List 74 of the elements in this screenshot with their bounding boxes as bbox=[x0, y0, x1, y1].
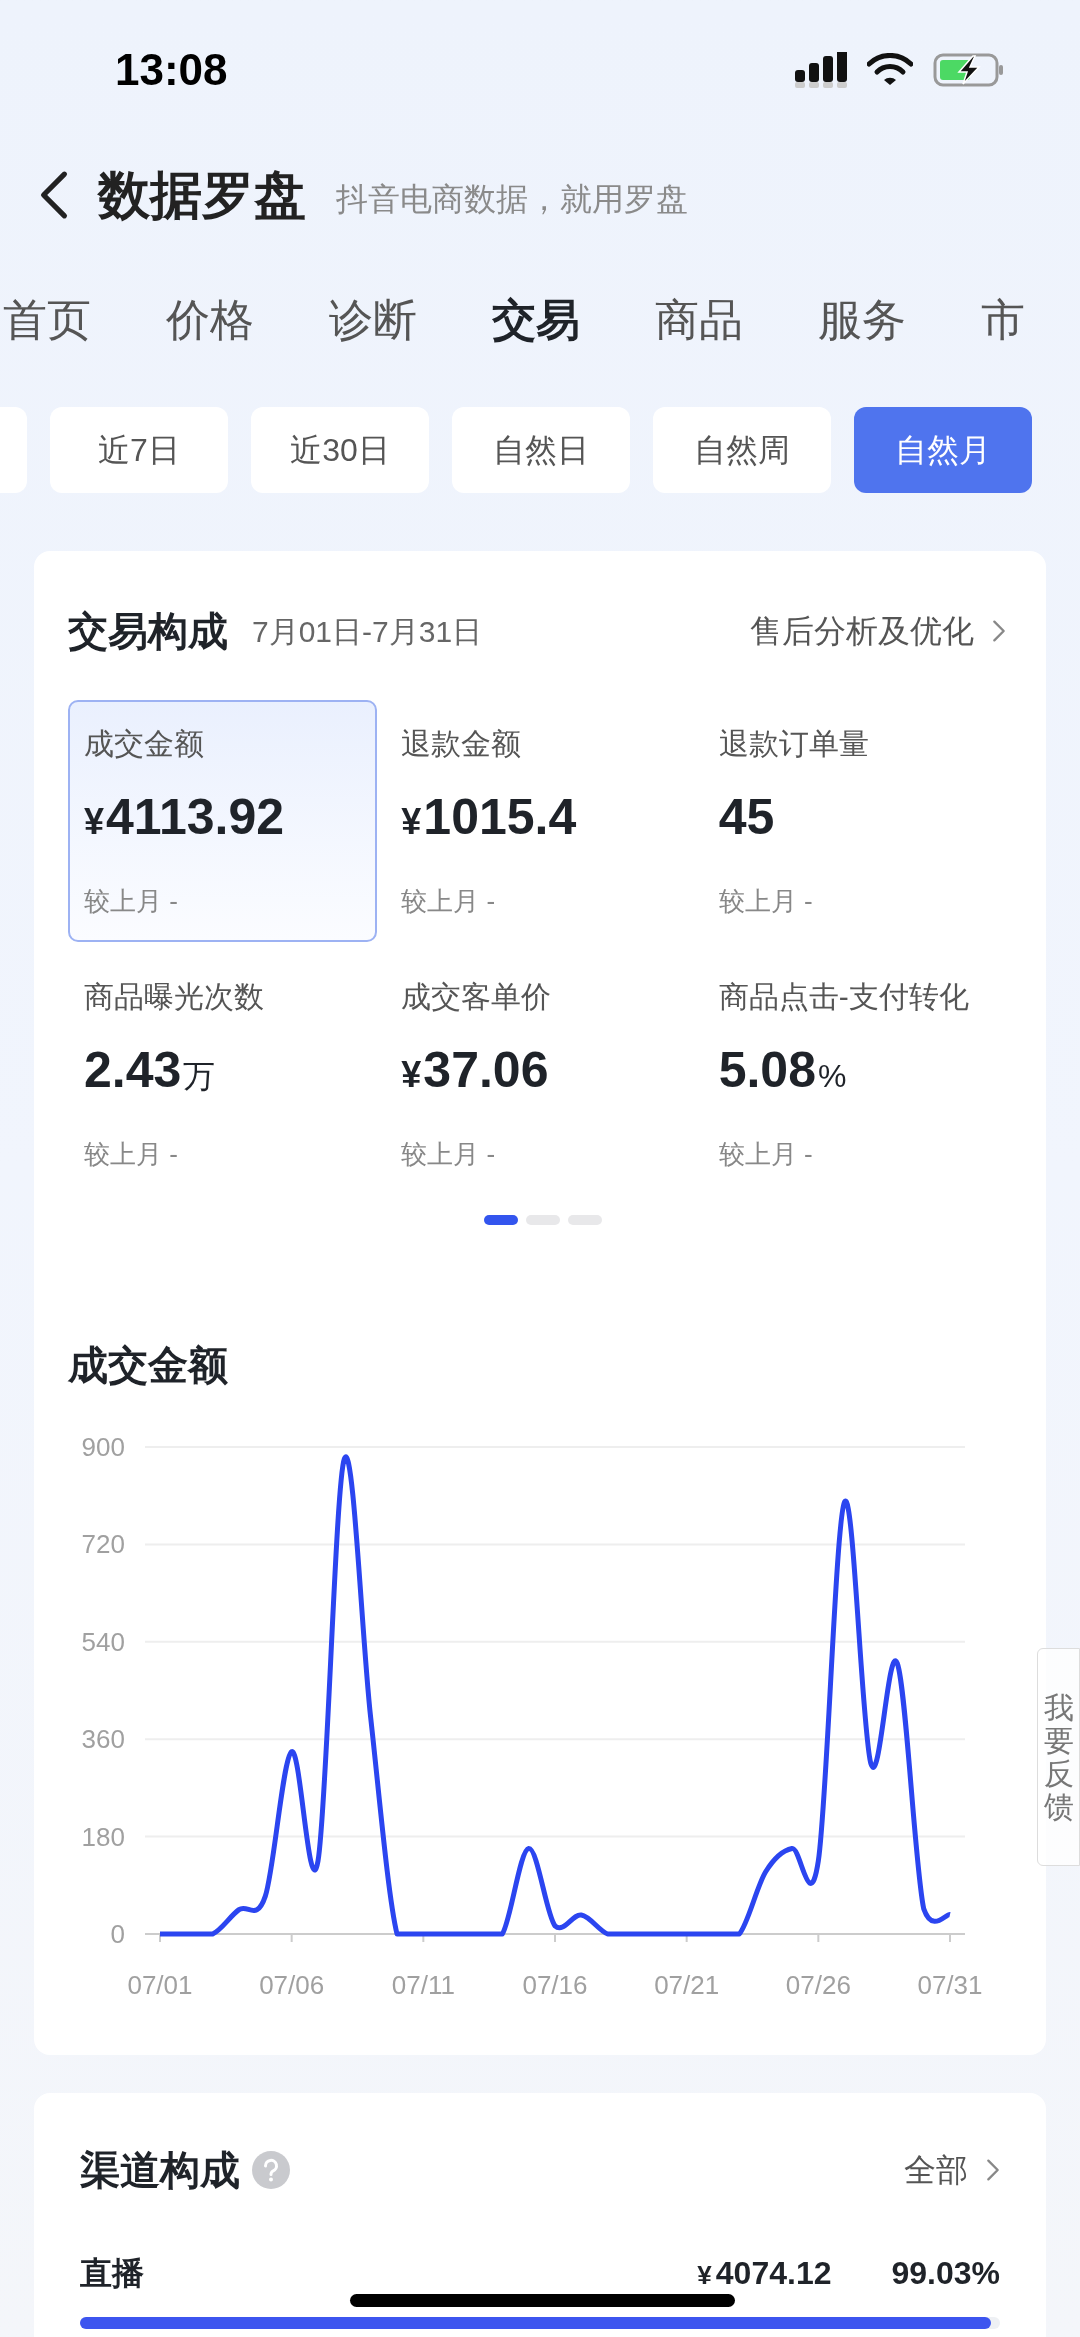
x-axis-label: 07/31 bbox=[917, 1970, 983, 2000]
metric-card[interactable]: 退款金额 ¥1015.4 较上月 - bbox=[385, 700, 695, 942]
y-axis-label: 180 bbox=[81, 1821, 125, 1852]
metric-label: 商品曝光次数 bbox=[84, 979, 264, 1015]
metric-label: 商品点击-支付转化 bbox=[718, 979, 969, 1015]
x-axis-label: 07/06 bbox=[259, 1970, 325, 2000]
unit-label: 万 bbox=[183, 1057, 216, 1096]
date-filter-button[interactable]: 近7日 bbox=[50, 407, 228, 493]
date-filter-button[interactable]: 自然日 bbox=[452, 407, 630, 493]
x-axis-label: 07/21 bbox=[654, 1970, 720, 2000]
metric-card[interactable]: 商品点击-支付转化 5.08% 较上月 - bbox=[702, 953, 1012, 1195]
back-icon[interactable] bbox=[38, 169, 70, 221]
chevron-right-icon bbox=[992, 619, 1006, 643]
channel-name: 直播 bbox=[80, 2254, 144, 2293]
compare-text: 较上月 - bbox=[401, 885, 496, 917]
compare-text: 较上月 - bbox=[84, 1138, 178, 1170]
date-filter-button[interactable]: 自然月 bbox=[854, 407, 1032, 493]
x-axis-label: 07/26 bbox=[785, 1970, 851, 2000]
help-icon[interactable] bbox=[252, 2151, 290, 2189]
metric-card[interactable]: 退款订单量 45 较上月 - bbox=[702, 700, 1012, 942]
y-axis-label: 0 bbox=[110, 1919, 125, 1949]
nav-tab[interactable]: 诊断 bbox=[329, 287, 417, 353]
x-axis-label: 07/16 bbox=[522, 1970, 588, 2000]
metric-value: 2.43 bbox=[84, 1041, 182, 1100]
signal-icon bbox=[795, 52, 847, 88]
metric-card[interactable]: 成交金额 ¥4113.92 较上月 - bbox=[68, 700, 378, 942]
nav-tab[interactable]: 服务 bbox=[818, 287, 906, 353]
battery-charging-icon bbox=[933, 52, 1005, 88]
compare-text: 较上月 - bbox=[84, 885, 178, 917]
compare-text: 较上月 - bbox=[401, 1138, 496, 1170]
metric-label: 成交金额 bbox=[84, 726, 204, 762]
feedback-tab[interactable]: 我要反馈 bbox=[1037, 1648, 1080, 1866]
wifi-icon bbox=[867, 53, 913, 87]
date-range: 7月01日-7月31日 bbox=[252, 613, 483, 650]
status-time: 13:08 bbox=[115, 44, 228, 96]
metric-label: 成交客单价 bbox=[401, 979, 552, 1015]
compare-text: 较上月 - bbox=[718, 1138, 813, 1170]
page-title: 数据罗盘 bbox=[98, 165, 306, 226]
nav-tab[interactable]: 交易 bbox=[492, 287, 580, 353]
y-axis-label: 540 bbox=[81, 1626, 125, 1657]
card-title: 渠道构成 bbox=[80, 2147, 240, 2194]
date-filter-button[interactable]: 近30日 bbox=[251, 407, 429, 493]
metric-card[interactable]: 商品曝光次数 2.43万 较上月 - bbox=[68, 953, 378, 1195]
channel-share: 99.03% bbox=[891, 2254, 1000, 2293]
metric-label: 退款订单量 bbox=[718, 726, 869, 762]
y-axis-label: 360 bbox=[81, 1724, 125, 1755]
metric-value: 4113.92 bbox=[106, 788, 284, 847]
chart-title: 成交金额 bbox=[68, 1342, 229, 1389]
date-filter-button[interactable]: 自然周 bbox=[653, 407, 831, 493]
y-axis-label: 720 bbox=[81, 1529, 125, 1560]
currency-sign: ¥ bbox=[401, 1053, 422, 1097]
channel-amount: ¥4074.12 bbox=[697, 2254, 832, 2293]
unit-label: % bbox=[818, 1057, 847, 1096]
y-axis-label: 900 bbox=[81, 1432, 125, 1462]
nav-tab[interactable]: 市 bbox=[981, 287, 1025, 353]
x-axis-label: 07/11 bbox=[391, 1970, 455, 2000]
nav-tab[interactable]: 首页 bbox=[3, 287, 91, 353]
after-sales-link[interactable]: 售后分析及优化 bbox=[750, 607, 1012, 655]
currency-sign: ¥ bbox=[84, 800, 105, 844]
all-link[interactable]: 全部 bbox=[904, 2146, 1000, 2194]
page-subtitle: 抖音电商数据，就用罗盘 bbox=[336, 180, 688, 219]
compare-text: 较上月 - bbox=[718, 885, 813, 917]
metric-value: 45 bbox=[718, 788, 775, 847]
card-title: 交易构成 bbox=[68, 608, 228, 655]
nav-tab[interactable]: 价格 bbox=[166, 287, 254, 353]
metric-value: 1015.4 bbox=[423, 788, 577, 847]
metric-value: 5.08 bbox=[718, 1041, 816, 1100]
metric-value: 37.06 bbox=[423, 1041, 549, 1100]
currency-sign: ¥ bbox=[401, 800, 422, 844]
metric-label: 退款金额 bbox=[401, 726, 522, 762]
metric-card[interactable]: 成交客单价 ¥37.06 较上月 - bbox=[385, 953, 695, 1195]
x-axis-label: 07/01 bbox=[127, 1970, 193, 2000]
chevron-right-icon bbox=[986, 2158, 1000, 2182]
nav-tab[interactable]: 商品 bbox=[655, 287, 743, 353]
